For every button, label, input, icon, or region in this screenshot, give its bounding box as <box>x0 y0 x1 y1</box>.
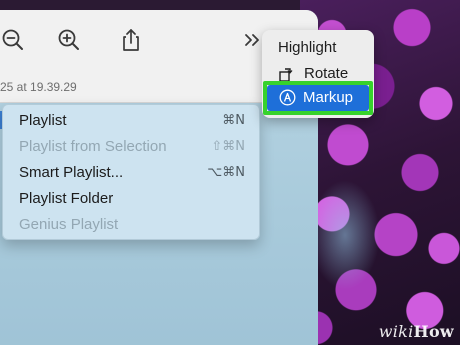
overflow-item-label: Highlight <box>278 39 337 56</box>
photo-highlight <box>310 180 380 290</box>
menu-item-label: Playlist Folder <box>19 190 114 207</box>
menu-item-label: Smart Playlist... <box>19 164 124 181</box>
menu-item-label: Genius Playlist <box>19 216 119 233</box>
document-timestamp: 25 at 19.39.29 <box>0 80 77 94</box>
overflow-item-highlight[interactable]: Highlight <box>262 36 374 60</box>
menu-item-smart-playlist[interactable]: Smart Playlist... ⌥⌘N <box>3 160 259 186</box>
share-icon <box>123 29 139 51</box>
menu-item-playlist[interactable]: Playlist ⌘N <box>3 108 259 134</box>
rotate-icon <box>279 68 293 82</box>
menu-item-shortcut: ⇧⌘N <box>211 139 245 154</box>
zoom-out-icon <box>2 29 23 50</box>
watermark-logo: wikiHow <box>379 322 454 341</box>
menu-item-shortcut: ⌥⌘N <box>207 165 245 180</box>
overflow-item-markup[interactable]: Markup <box>267 85 369 111</box>
overflow-item-label: Markup <box>303 89 354 106</box>
menu-item-playlist-from-selection: Playlist from Selection ⇧⌘N <box>3 134 259 160</box>
menu-item-shortcut: ⌘N <box>222 113 245 128</box>
menu-item-label: Playlist from Selection <box>19 138 167 155</box>
menu-item-playlist-folder[interactable]: Playlist Folder <box>3 186 259 212</box>
share-button[interactable] <box>118 27 144 53</box>
overflow-item-label: Rotate <box>304 65 349 82</box>
watermark-wiki: wiki <box>378 322 414 341</box>
menu-item-genius-playlist: Genius Playlist <box>3 212 259 238</box>
playlist-menu: Playlist ⌘N Playlist from Selection ⇧⌘N … <box>2 104 260 240</box>
menu-item-label: Playlist <box>19 112 67 129</box>
zoom-in-button[interactable] <box>56 27 82 53</box>
screen: wikiHow 25 at 19.39.29 Playlist ⌘N Playl… <box>0 0 460 345</box>
markup-icon <box>279 89 296 106</box>
zoom-in-icon <box>58 29 79 50</box>
zoom-out-button[interactable] <box>0 27 26 53</box>
watermark-how: How <box>413 322 454 341</box>
